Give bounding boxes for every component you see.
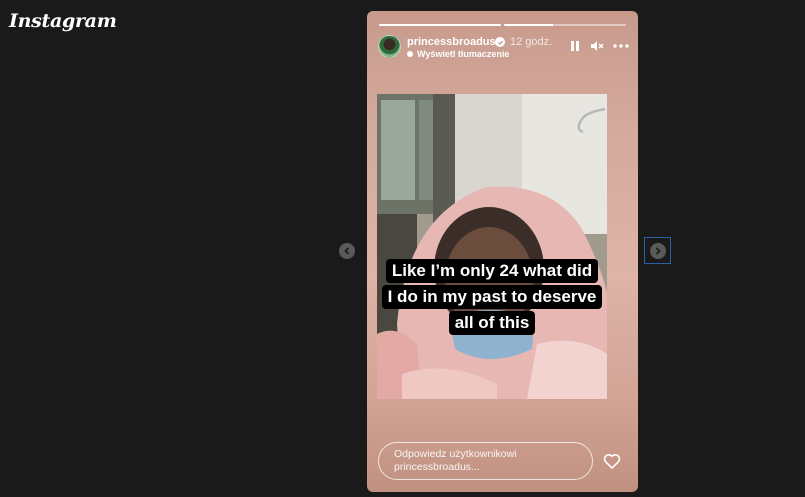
story-photo: Like I’m only 24 what did I do in my pas… xyxy=(377,94,607,399)
translate-label: Wyświetl tłumaczenie xyxy=(417,49,510,59)
caption-line: I do in my past to deserve xyxy=(381,285,603,309)
post-time: 12 godz. xyxy=(510,36,553,48)
reply-input[interactable]: Odpowiedz użytkownikowi princessbroadus.… xyxy=(378,442,593,480)
caption-line: all of this xyxy=(448,311,536,335)
progress-segment xyxy=(379,24,501,26)
translate-link[interactable]: Wyświetl tłumaczenie xyxy=(407,49,509,59)
avatar[interactable] xyxy=(378,35,401,58)
more-options-button[interactable] xyxy=(613,39,629,53)
story-header: princessbroadus 12 godz. Wyświetl tłumac… xyxy=(378,35,629,61)
pause-icon xyxy=(571,41,579,51)
like-heart-icon[interactable] xyxy=(602,451,622,471)
progress-fill xyxy=(504,24,553,26)
chevron-left-icon xyxy=(344,247,350,255)
verified-icon xyxy=(495,37,505,47)
story-progress xyxy=(379,24,626,26)
story-caption: Like I’m only 24 what did I do in my pas… xyxy=(377,258,607,336)
chevron-right-icon xyxy=(655,246,661,255)
progress-segment xyxy=(504,24,626,26)
mute-button[interactable] xyxy=(589,39,605,53)
more-icon xyxy=(613,44,629,48)
story-photo-illustration xyxy=(377,94,607,399)
previous-story-button[interactable] xyxy=(339,243,355,259)
next-story-focus-ring xyxy=(644,237,671,264)
instagram-logo[interactable]: Instagram xyxy=(9,10,117,32)
caption-line: Like I’m only 24 what did xyxy=(385,259,599,283)
pause-button[interactable] xyxy=(567,39,583,53)
next-story-button[interactable] xyxy=(649,242,666,259)
mute-icon xyxy=(591,41,604,51)
translate-icon xyxy=(407,51,413,57)
progress-fill xyxy=(379,24,501,26)
story-viewer[interactable]: princessbroadus 12 godz. Wyświetl tłumac… xyxy=(367,11,638,492)
username-link[interactable]: princessbroadus xyxy=(407,36,496,48)
